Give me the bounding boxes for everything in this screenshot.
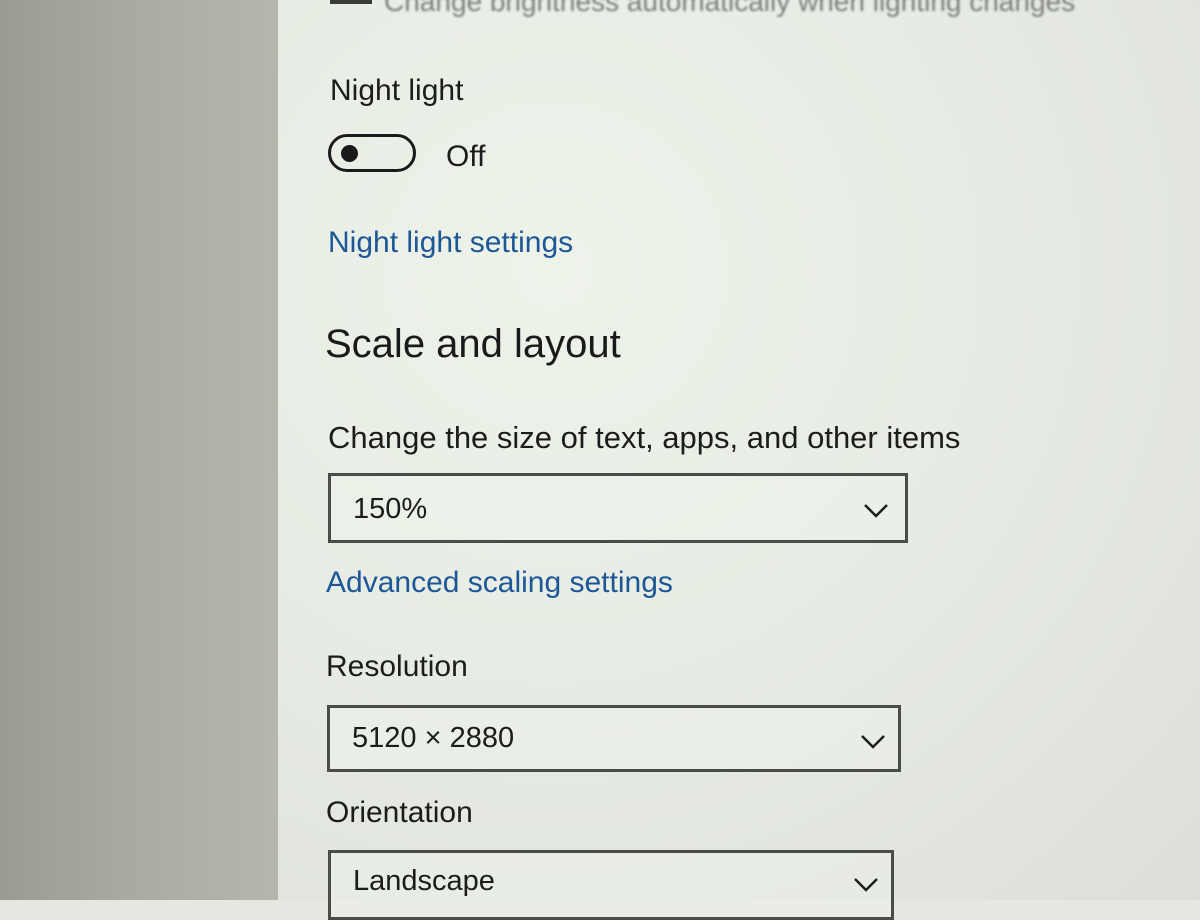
night-light-label: Night light [330,74,464,107]
resolution-dropdown[interactable]: 5120 × 2880 [327,705,901,772]
resolution-dropdown-value: 5120 × 2880 [352,722,515,754]
navigation-pane [0,0,278,900]
night-light-state: Off [446,140,486,173]
advanced-scaling-link[interactable]: Advanced scaling settings [326,566,673,600]
night-light-toggle[interactable] [328,134,416,172]
scale-dropdown-value: 150% [353,493,428,525]
toggle-knob-icon [341,145,358,162]
orientation-dropdown-value: Landscape [353,865,495,897]
scale-layout-heading: Scale and layout [325,322,621,366]
night-light-settings-link[interactable]: Night light settings [328,226,573,260]
chevron-down-icon [861,735,885,749]
size-label: Change the size of text, apps, and other… [328,420,961,455]
auto-brightness-label: Change brightness automatically when lig… [384,0,1076,17]
resolution-label: Resolution [326,650,468,683]
auto-brightness-option[interactable]: Change brightness automatically when lig… [330,0,1190,20]
scale-dropdown[interactable]: 150% [328,473,908,543]
orientation-dropdown[interactable]: Landscape [328,850,894,920]
orientation-label: Orientation [326,796,473,829]
chevron-down-icon [864,504,888,518]
chevron-down-icon [854,878,878,892]
